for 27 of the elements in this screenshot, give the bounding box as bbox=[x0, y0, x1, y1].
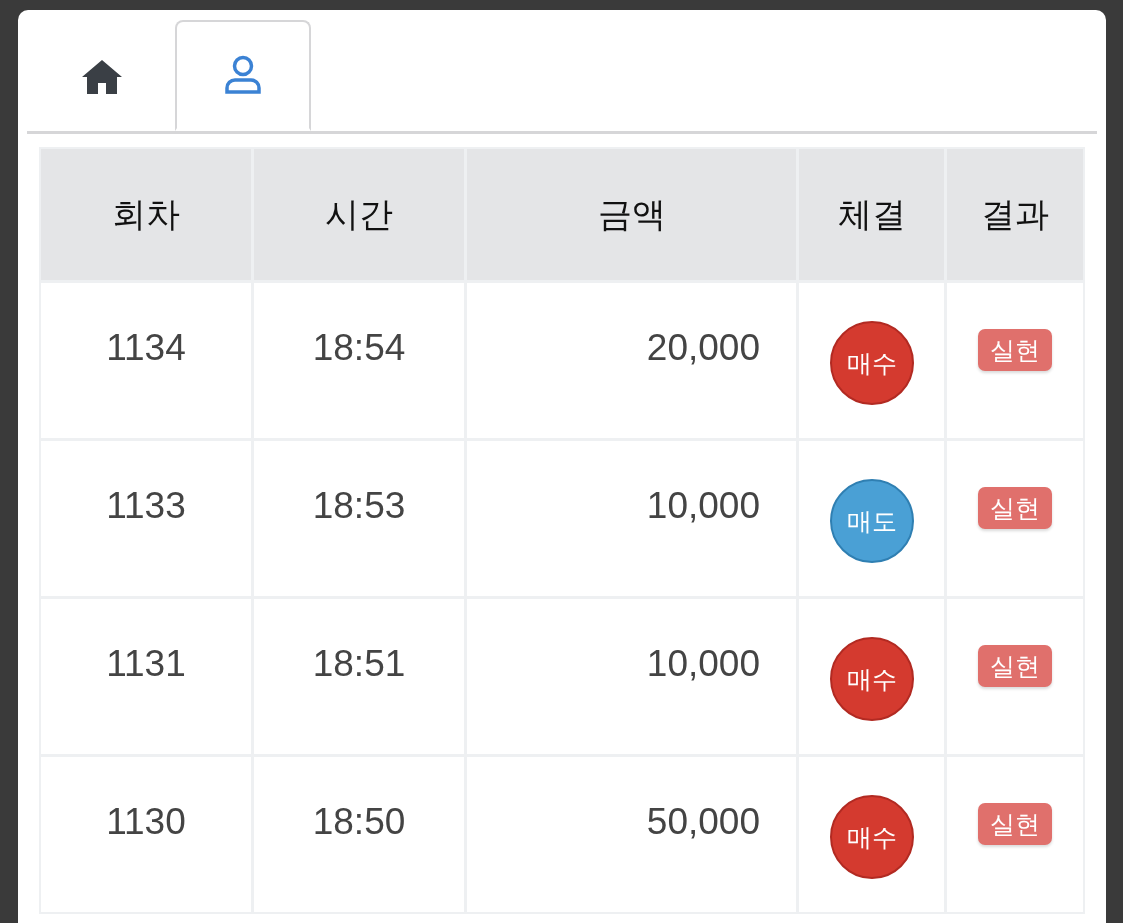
trade-badge: 매도 bbox=[829, 479, 914, 563]
time-text: 18:50 bbox=[312, 801, 406, 843]
trade-badge: 매수 bbox=[829, 795, 914, 879]
amount-text: 50,000 bbox=[646, 801, 760, 843]
result-tag: 실현 bbox=[978, 645, 1052, 687]
result-tag: 실현 bbox=[978, 803, 1052, 845]
round-number: 1130 bbox=[106, 801, 186, 843]
trade-badge: 매수 bbox=[829, 637, 914, 721]
round-number: 1134 bbox=[106, 327, 186, 369]
home-icon bbox=[80, 57, 124, 96]
column-header: 회차 bbox=[41, 149, 251, 280]
amount-text: 10,000 bbox=[646, 643, 760, 685]
column-header: 금액 bbox=[467, 149, 796, 280]
column-header: 체결 bbox=[799, 149, 944, 280]
round-number: 1133 bbox=[106, 485, 186, 527]
time-text: 18:54 bbox=[312, 327, 406, 369]
result-tag: 실현 bbox=[978, 329, 1052, 371]
amount-text: 10,000 bbox=[646, 485, 760, 527]
column-header: 결과 bbox=[947, 149, 1083, 280]
trade-badge: 매수 bbox=[829, 321, 914, 405]
amount-text: 20,000 bbox=[646, 327, 760, 369]
round-number: 1131 bbox=[106, 643, 186, 685]
column-header: 시간 bbox=[254, 149, 464, 280]
time-text: 18:53 bbox=[312, 485, 406, 527]
result-tag: 실현 bbox=[978, 487, 1052, 529]
user-icon bbox=[224, 55, 262, 95]
time-text: 18:51 bbox=[312, 643, 406, 685]
